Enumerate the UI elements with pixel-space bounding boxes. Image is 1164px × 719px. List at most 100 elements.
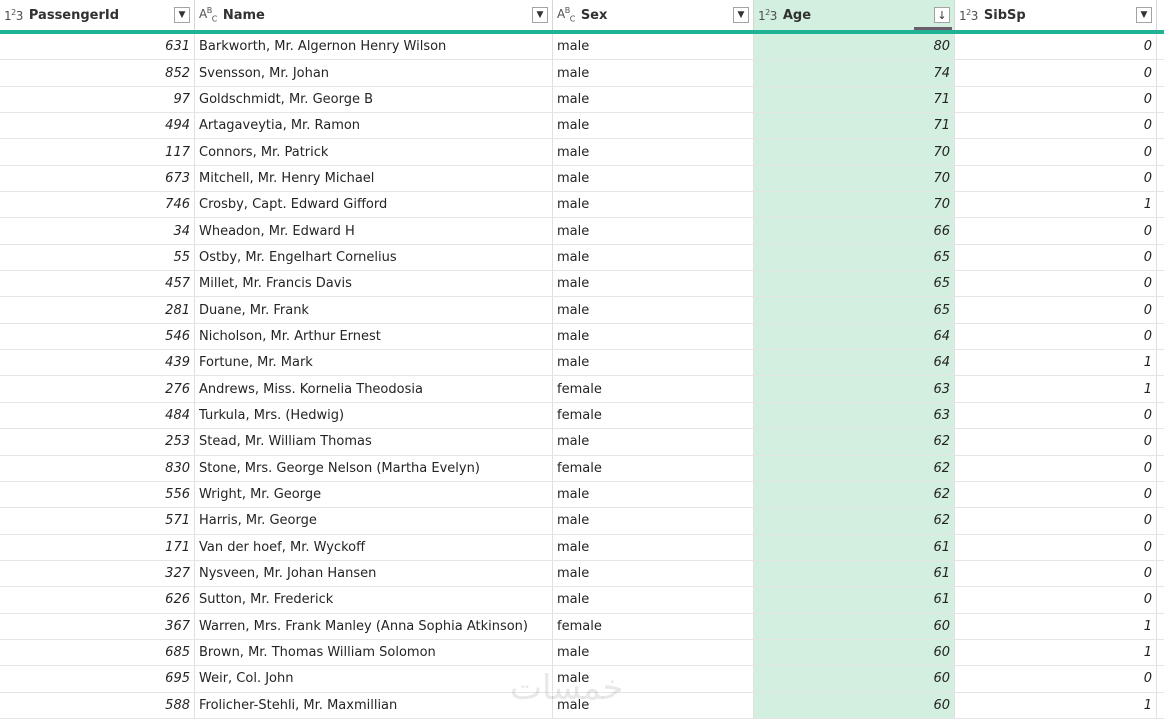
table-row[interactable]: 117 Connors, Mr. Patrick male 70 0 xyxy=(0,139,1164,166)
table-row[interactable]: 852 Svensson, Mr. Johan male 74 0 xyxy=(0,60,1164,87)
cell-sex[interactable]: male xyxy=(553,350,754,376)
whole-number-type-icon[interactable]: 123 xyxy=(959,8,978,23)
whole-number-type-icon[interactable]: 123 xyxy=(4,8,23,23)
cell-passengerid[interactable]: 695 xyxy=(0,666,195,692)
filter-dropdown-icon[interactable]: ▼ xyxy=(1136,7,1152,23)
cell-name[interactable]: Harris, Mr. George xyxy=(195,508,553,534)
table-row[interactable]: 746 Crosby, Capt. Edward Gifford male 70 1 xyxy=(0,192,1164,219)
cell-name[interactable]: Turkula, Mrs. (Hedwig) xyxy=(195,402,553,429)
cell-overflow[interactable] xyxy=(1157,324,1164,349)
column-header-sex[interactable]: ABC Sex ▼ xyxy=(553,0,754,30)
table-row[interactable]: 830 Stone, Mrs. George Nelson (Martha Eve… xyxy=(0,455,1164,482)
cell-passengerid[interactable]: 457 xyxy=(0,271,195,297)
table-row[interactable]: 97 Goldschmidt, Mr. George Bmale 71 0 xyxy=(0,86,1164,114)
cell-sex[interactable]: male xyxy=(553,508,754,534)
cell-sibsp[interactable]: 0 xyxy=(955,481,1157,508)
cell-name[interactable]: Crosby, Capt. Edward Gifford xyxy=(195,192,553,218)
column-header-next[interactable] xyxy=(1157,0,1164,30)
cell-age[interactable]: 70 xyxy=(754,139,955,165)
cell-name[interactable]: Van der hoef, Mr. Wyckoff xyxy=(195,534,553,560)
cell-overflow[interactable] xyxy=(1157,456,1164,481)
cell-age[interactable]: 80 xyxy=(754,34,955,60)
cell-passengerid[interactable]: 253 xyxy=(0,429,195,455)
cell-sibsp[interactable]: 0 xyxy=(955,244,1157,271)
cell-age[interactable]: 63 xyxy=(754,376,955,402)
cell-age[interactable]: 66 xyxy=(754,218,955,244)
column-header-name[interactable]: ABC Name ▼ xyxy=(195,0,553,30)
cell-name[interactable]: Wright, Mr. George xyxy=(195,481,553,508)
cell-sex[interactable]: male xyxy=(553,323,754,350)
cell-passengerid[interactable]: 746 xyxy=(0,192,195,218)
cell-sex[interactable]: male xyxy=(553,297,754,323)
cell-passengerid[interactable]: 571 xyxy=(0,508,195,534)
cell-age[interactable]: 71 xyxy=(754,113,955,139)
cell-sex[interactable]: female xyxy=(553,376,754,402)
table-row[interactable]: 327 Nysveen, Mr. Johan Hansen male 61 0 xyxy=(0,560,1164,588)
cell-overflow[interactable] xyxy=(1157,640,1164,665)
cell-age[interactable]: 60 xyxy=(754,692,955,718)
cell-overflow[interactable] xyxy=(1157,561,1164,586)
cell-sex[interactable]: female xyxy=(553,402,754,429)
cell-overflow[interactable] xyxy=(1157,245,1164,270)
cell-sex[interactable]: male xyxy=(553,218,754,244)
cell-sibsp[interactable]: 0 xyxy=(955,534,1157,560)
table-row[interactable]: 494 Artagaveytia, Mr. Ramon male 71 0 xyxy=(0,113,1164,140)
table-row[interactable]: 626 Sutton, Mr. Frederick male 61 0 xyxy=(0,587,1164,614)
cell-sibsp[interactable]: 0 xyxy=(955,297,1157,323)
cell-sex[interactable]: male xyxy=(553,534,754,560)
cell-sibsp[interactable]: 0 xyxy=(955,60,1157,86)
table-row[interactable]: 367 Warren, Mrs. Frank Manley (Anna Sophi… xyxy=(0,613,1164,640)
cell-sex[interactable]: male xyxy=(553,244,754,271)
cell-name[interactable]: Fortune, Mr. Mark xyxy=(195,350,553,376)
cell-name[interactable]: Svensson, Mr. Johan xyxy=(195,60,553,86)
cell-sibsp[interactable]: 0 xyxy=(955,113,1157,139)
cell-sibsp[interactable]: 1 xyxy=(955,639,1157,666)
cell-age[interactable]: 63 xyxy=(754,402,955,429)
cell-sex[interactable]: male xyxy=(553,429,754,455)
cell-age[interactable]: 62 xyxy=(754,481,955,508)
cell-age[interactable]: 62 xyxy=(754,429,955,455)
text-type-icon[interactable]: ABC xyxy=(199,6,217,23)
cell-sex[interactable]: male xyxy=(553,165,754,192)
cell-passengerid[interactable]: 631 xyxy=(0,34,195,60)
cell-name[interactable]: Warren, Mrs. Frank Manley (Anna Sophia A… xyxy=(195,613,553,639)
table-row[interactable]: 571 Harris, Mr. George male 62 0 xyxy=(0,508,1164,535)
cell-sibsp[interactable]: 0 xyxy=(955,666,1157,692)
cell-passengerid[interactable]: 830 xyxy=(0,455,195,481)
cell-age[interactable]: 61 xyxy=(754,534,955,560)
cell-overflow[interactable] xyxy=(1157,192,1164,217)
cell-passengerid[interactable]: 673 xyxy=(0,165,195,192)
column-header-passengerid[interactable]: 123 PassengerId ▼ xyxy=(0,0,195,30)
cell-passengerid[interactable]: 276 xyxy=(0,376,195,402)
cell-sibsp[interactable]: 0 xyxy=(955,429,1157,455)
cell-sex[interactable]: male xyxy=(553,639,754,666)
cell-passengerid[interactable]: 626 xyxy=(0,587,195,613)
cell-passengerid[interactable]: 34 xyxy=(0,218,195,244)
cell-age[interactable]: 65 xyxy=(754,244,955,271)
cell-age[interactable]: 65 xyxy=(754,297,955,323)
filter-dropdown-icon[interactable]: ▼ xyxy=(733,7,749,23)
table-row[interactable]: 281 Duane, Mr. Frank male 65 0 xyxy=(0,297,1164,324)
cell-sibsp[interactable]: 0 xyxy=(955,218,1157,244)
cell-overflow[interactable] xyxy=(1157,535,1164,560)
cell-overflow[interactable] xyxy=(1157,614,1164,639)
cell-name[interactable]: Mitchell, Mr. Henry Michael xyxy=(195,165,553,192)
cell-sibsp[interactable]: 0 xyxy=(955,560,1157,587)
cell-name[interactable]: Goldschmidt, Mr. George B xyxy=(195,86,553,113)
cell-sex[interactable]: male xyxy=(553,587,754,613)
cell-passengerid[interactable]: 852 xyxy=(0,60,195,86)
table-row[interactable]: 253 Stead, Mr. William Thomas male 62 0 xyxy=(0,429,1164,456)
cell-passengerid[interactable]: 588 xyxy=(0,692,195,718)
table-row[interactable]: 34 Wheadon, Mr. Edward Hmale 66 0 xyxy=(0,218,1164,245)
table-row[interactable]: 276 Andrews, Miss. Kornelia Theodosia fema… xyxy=(0,376,1164,403)
cell-overflow[interactable] xyxy=(1157,587,1164,612)
cell-sex[interactable]: male xyxy=(553,60,754,86)
cell-sex[interactable]: male xyxy=(553,560,754,587)
cell-overflow[interactable] xyxy=(1157,376,1164,401)
cell-name[interactable]: Stone, Mrs. George Nelson (Martha Evelyn… xyxy=(195,455,553,481)
cell-overflow[interactable] xyxy=(1157,482,1164,507)
cell-sex[interactable]: male xyxy=(553,192,754,218)
cell-name[interactable]: Frolicher-Stehli, Mr. Maxmillian xyxy=(195,692,553,718)
cell-age[interactable]: 65 xyxy=(754,271,955,297)
table-row[interactable]: 439 Fortune, Mr. Mark male 64 1 xyxy=(0,350,1164,377)
